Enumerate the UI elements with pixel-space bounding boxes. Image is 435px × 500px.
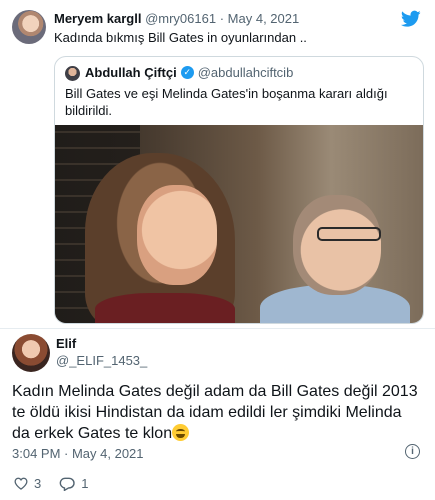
reply-timestamp[interactable]: 3:04 PM · May 4, 2021 [12,446,144,461]
reply-count: 1 [81,476,89,491]
tweet-text: Kadında bıkmış Bill Gates in oyunlarında… [54,30,307,45]
quoted-tweet-photo[interactable] [55,125,423,323]
photo-man-glasses [317,227,381,241]
separator: · [219,11,225,26]
photo-woman-face [137,185,217,285]
tweet-date[interactable]: May 4, 2021 [228,11,300,26]
reply-tweet-text: Kadın Melinda Gates değil adam da Bill G… [12,381,422,444]
tweet-actions: 3 1 [14,476,88,491]
reply-text-content: Kadın Melinda Gates değil adam da Bill G… [12,383,418,442]
reply-author-name[interactable]: Elif [56,336,76,351]
quoted-author-name[interactable]: Abdullah Çiftçi [85,65,177,80]
info-icon[interactable]: i [405,444,420,459]
avatar[interactable] [12,334,50,372]
photo-man-head [293,195,381,295]
top-tweet-header: Meryem kargll @mry06161 · May 4, 2021 [54,11,299,26]
like-count: 3 [34,476,42,491]
photo-woman-body [95,293,235,323]
quoted-tweet-header: Abdullah Çiftçi ✓ @abdullahciftcib [85,65,293,80]
avatar[interactable] [65,66,80,81]
avatar[interactable] [12,10,46,44]
reply-author-handle[interactable]: @_ELIF_1453_ [56,353,147,368]
heart-icon [14,477,28,490]
quoted-tweet-card[interactable]: Abdullah Çiftçi ✓ @abdullahciftcib Bill … [54,56,424,324]
author-name[interactable]: Meryem kargll [54,11,141,26]
reply-button[interactable]: 1 [59,476,88,491]
verified-badge-icon: ✓ [180,66,194,79]
divider [0,328,435,329]
author-handle[interactable]: @mry06161 [145,11,216,26]
grinning-face-icon [172,424,190,441]
like-button[interactable]: 3 [14,476,41,491]
quoted-author-handle[interactable]: @abdullahciftcib [198,65,294,80]
comment-icon [59,477,75,491]
top-tweet: Meryem kargll @mry06161 · May 4, 2021 Ka… [0,0,435,328]
twitter-bird-icon[interactable] [401,10,421,28]
quoted-tweet-text: Bill Gates ve eşi Melinda Gates'in boşan… [65,86,388,118]
